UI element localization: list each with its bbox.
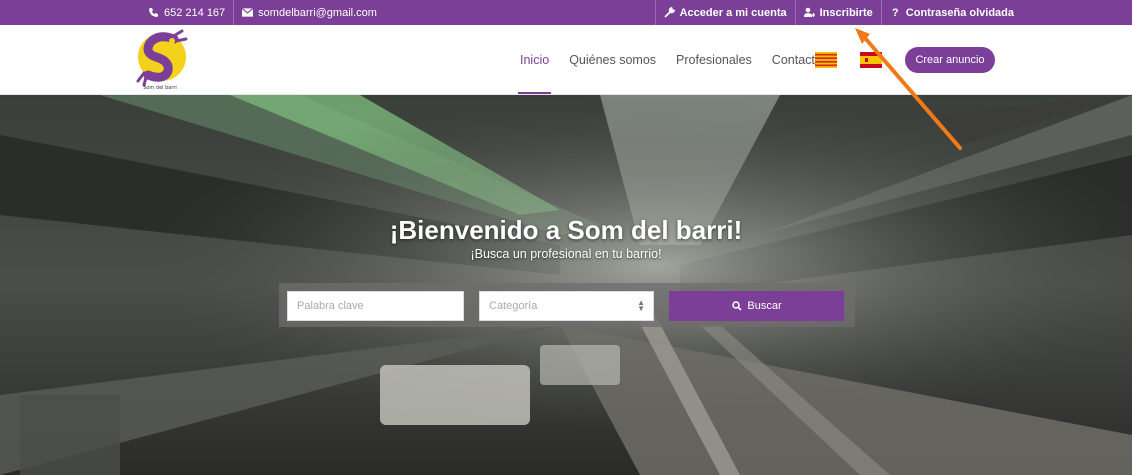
annotation-arrow	[855, 28, 962, 150]
